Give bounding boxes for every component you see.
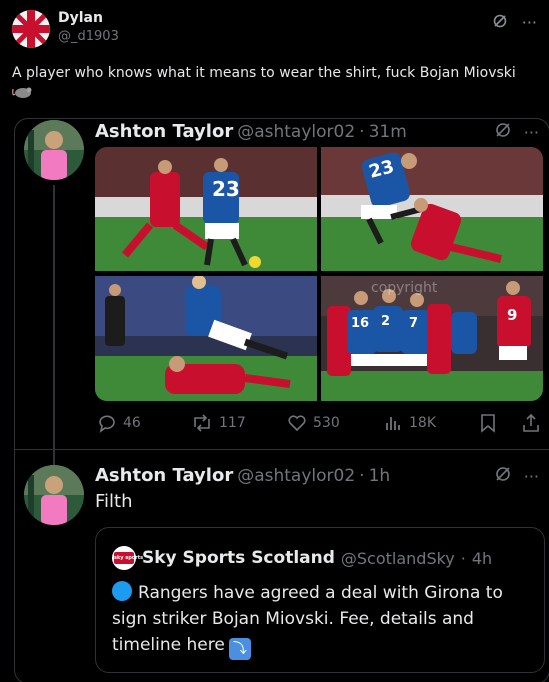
post-author-name[interactable]: Ashton Taylor [95, 121, 233, 142]
shirt-number: 7 [409, 316, 419, 331]
post-separator: · [359, 122, 365, 142]
grok-icon[interactable] [492, 13, 508, 32]
embedded-thread-card[interactable]: Ashton Taylor @ashtaylor02 · 31m ··· 23 … [14, 118, 549, 682]
shirt-number: 16 [351, 316, 370, 331]
tweet-author[interactable]: Dylan @_d1903 [58, 10, 119, 44]
tweet-toolbar: ··· [492, 13, 537, 32]
photo-grid: 23 23 copyright 16 2 7 9 [95, 147, 543, 401]
repost-count: 117 [219, 415, 246, 431]
quoted-time[interactable]: 4h [472, 549, 492, 568]
blue-circle-icon [112, 581, 132, 601]
post-divider [15, 449, 549, 450]
photo-watermark: copyright [371, 280, 438, 296]
share-icon [523, 413, 539, 432]
match-photo-3[interactable] [95, 276, 317, 401]
quoted-author-handle[interactable]: @ScotlandSky [341, 549, 455, 568]
quoted-header: sky sports Sky Sports Scotland @Scotland… [112, 546, 492, 570]
grok-icon[interactable] [494, 465, 512, 487]
more-options-icon[interactable]: ··· [522, 14, 537, 31]
match-photo-1[interactable]: 23 [95, 147, 317, 271]
quoted-body: Rangers have agreed a deal with Girona t… [112, 580, 536, 660]
sky-sports-logo-icon: sky sports [112, 546, 143, 570]
heart-icon [288, 415, 306, 432]
tweet-text: A player who knows what it means to wear… [12, 65, 516, 81]
view-count: 18K [409, 415, 436, 431]
user-avatar[interactable] [12, 10, 50, 48]
tweet-body: A player who knows what it means to wear… [12, 64, 542, 105]
reply-separator: · [359, 466, 365, 486]
reply-count: 46 [123, 415, 141, 431]
author-handle[interactable]: @_d1903 [58, 29, 119, 44]
reply-toolbar: ··· [494, 465, 539, 487]
reply-icon [99, 415, 115, 433]
ashton-avatar[interactable] [24, 465, 84, 525]
views-button[interactable]: 18K [383, 413, 436, 433]
author-name[interactable]: Dylan [58, 10, 119, 26]
reply-text: Filth [95, 491, 133, 512]
ashton-avatar[interactable] [24, 120, 84, 180]
match-photo-4[interactable]: copyright 16 2 7 9 [321, 276, 543, 401]
like-count: 530 [313, 415, 340, 431]
shirt-number: 9 [507, 306, 518, 324]
shirt-number: 2 [381, 314, 391, 329]
repost-icon [194, 414, 210, 432]
repost-button[interactable]: 117 [191, 413, 246, 433]
quoted-post[interactable]: sky sports Sky Sports Scotland @Scotland… [95, 527, 545, 673]
quoted-text: Rangers have agreed a deal with Girona t… [112, 583, 503, 655]
uk-flag-icon [12, 10, 50, 48]
reply-header: Ashton Taylor @ashtaylor02 · 1h [95, 465, 390, 486]
post-toolbar: ··· [494, 121, 539, 143]
like-button[interactable]: 530 [287, 413, 340, 433]
grok-icon[interactable] [494, 121, 512, 143]
match-photo-2[interactable]: 23 [321, 147, 543, 271]
shirt-number: 23 [212, 177, 240, 201]
thread-connector [53, 185, 55, 503]
reply-button[interactable]: 46 [97, 413, 141, 433]
share-button[interactable] [521, 413, 541, 433]
arrow-down-icon: ⤵ [228, 638, 251, 660]
post-action-bar: 46 117 530 18K [97, 413, 547, 437]
more-options-icon[interactable]: ··· [524, 467, 539, 486]
reply-author-handle[interactable]: @ashtaylor02 [237, 466, 355, 486]
analytics-icon [386, 417, 400, 430]
bookmark-icon [481, 414, 495, 433]
reply-time[interactable]: 1h [369, 466, 391, 486]
quoted-separator: · [460, 548, 466, 568]
reply-author-name[interactable]: Ashton Taylor [95, 465, 233, 486]
post-author-handle[interactable]: @ashtaylor02 [237, 122, 355, 142]
post-header: Ashton Taylor @ashtaylor02 · 31m [95, 121, 407, 142]
bookmark-button[interactable] [479, 413, 497, 433]
post-time[interactable]: 31m [369, 122, 407, 142]
quoted-author-name[interactable]: Sky Sports Scotland [142, 548, 335, 568]
rat-emoji-icon [12, 85, 34, 105]
more-options-icon[interactable]: ··· [524, 123, 539, 142]
